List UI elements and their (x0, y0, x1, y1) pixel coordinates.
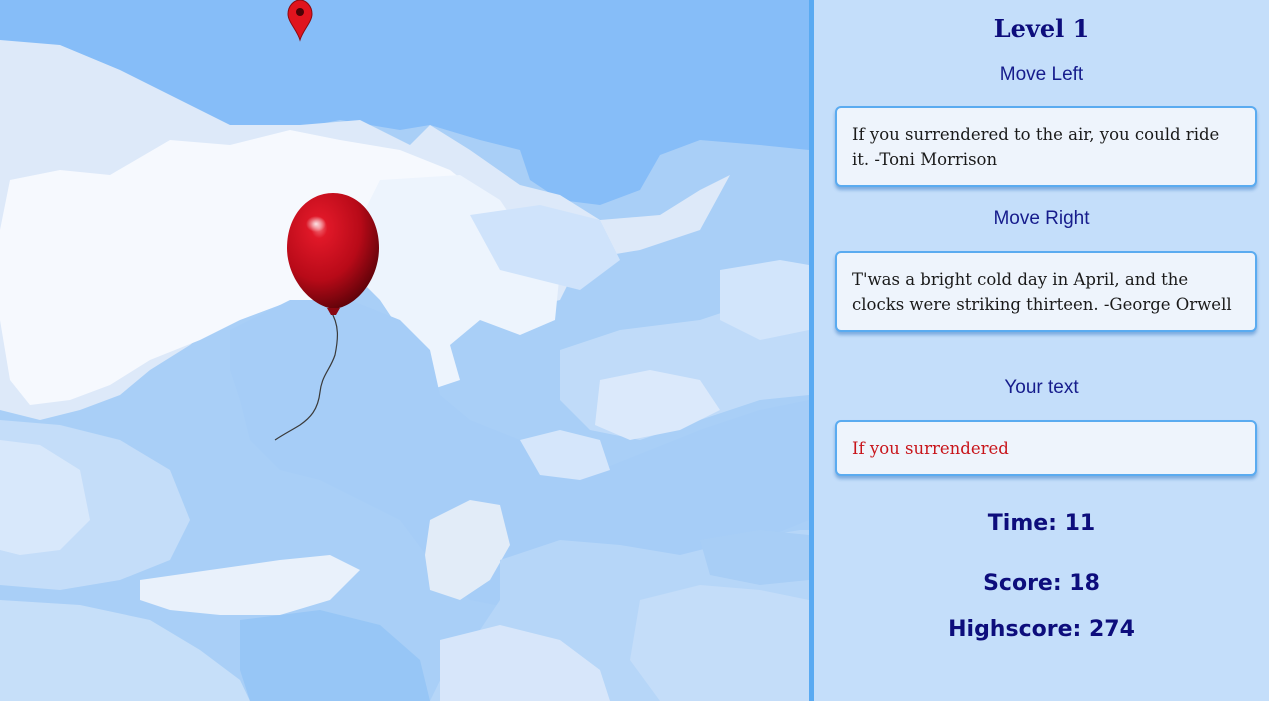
game-area (0, 0, 809, 701)
time-counter: Time: 11 (987, 511, 1096, 536)
move-left-label: Move Left (999, 64, 1084, 85)
move-right-quote: T'was a bright cold day in April, and th… (835, 251, 1257, 332)
side-panel: Level 1 Move Left If you surrendered to … (814, 0, 1269, 701)
highscore-counter: Highscore: 274 (948, 617, 1135, 642)
move-left-quote: If you surrendered to the air, you could… (835, 106, 1257, 187)
your-text-label: Your text (1004, 377, 1079, 398)
move-right-label: Move Right (993, 208, 1090, 229)
typed-text-field[interactable]: If you surrendered (835, 420, 1257, 476)
sky-background (0, 0, 809, 701)
score-counter: Score: 18 (983, 571, 1100, 596)
level-title: Level 1 (993, 14, 1090, 43)
